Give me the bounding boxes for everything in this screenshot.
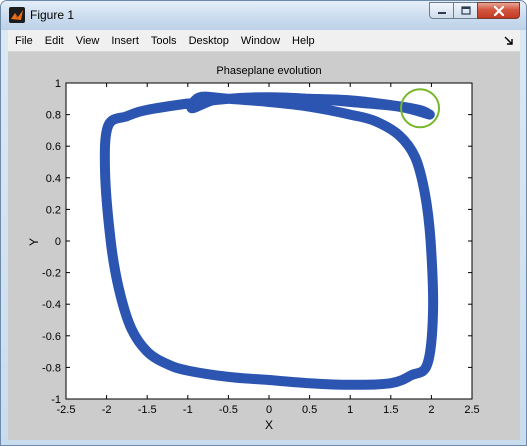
x-tick-label: 1 bbox=[347, 404, 353, 416]
x-tick-label: -1 bbox=[183, 404, 193, 416]
menu-window[interactable]: Window bbox=[235, 35, 286, 47]
chart-title: Phaseplane evolution bbox=[216, 65, 321, 77]
menu-help[interactable]: Help bbox=[286, 35, 321, 47]
close-icon bbox=[493, 5, 504, 16]
menu-bar: File Edit View Insert Tools Desktop Wind… bbox=[8, 30, 520, 52]
x-tick-label: -1.5 bbox=[138, 404, 157, 416]
menu-insert[interactable]: Insert bbox=[105, 35, 145, 47]
x-tick-label: -0.5 bbox=[219, 404, 238, 416]
matlab-logo-icon bbox=[9, 7, 25, 23]
x-tick-label: 2 bbox=[428, 404, 434, 416]
y-tick-label: -0.8 bbox=[42, 362, 61, 374]
x-tick-label: 0.5 bbox=[302, 404, 317, 416]
dock-arrow-icon[interactable] bbox=[504, 34, 514, 46]
close-button[interactable] bbox=[477, 2, 520, 19]
x-tick-label: 0 bbox=[266, 404, 272, 416]
phaseplane-chart: Phaseplane evolution -2.5 -2 -1.5 -1 -0.5 0 0.… bbox=[27, 65, 480, 432]
window-controls bbox=[429, 2, 520, 19]
axes-background bbox=[66, 83, 472, 399]
y-tick-label: 1 bbox=[55, 78, 61, 90]
x-axis-label: X bbox=[265, 418, 273, 432]
menu-file[interactable]: File bbox=[8, 35, 39, 47]
x-tick-label: -2 bbox=[102, 404, 112, 416]
maximize-button[interactable] bbox=[453, 2, 478, 19]
x-tick-label: 1.5 bbox=[383, 404, 398, 416]
minimize-button[interactable] bbox=[429, 2, 454, 19]
y-tick-label: -0.4 bbox=[42, 299, 61, 311]
title-bar[interactable]: Figure 1 bbox=[1, 1, 526, 30]
menu-desktop[interactable]: Desktop bbox=[183, 35, 235, 47]
figure-area: Phaseplane evolution -2.5 -2 -1.5 -1 -0.5 0 0.… bbox=[8, 52, 520, 440]
y-tick-label: 0 bbox=[55, 236, 61, 248]
figure-window: Figure 1 File Edit View Insert Tools Des… bbox=[0, 0, 527, 446]
menu-tools[interactable]: Tools bbox=[145, 35, 183, 47]
y-tick-label: 0.4 bbox=[46, 173, 61, 185]
menu-view[interactable]: View bbox=[70, 35, 106, 47]
y-tick-label: 0.2 bbox=[46, 204, 61, 216]
y-tick-label: -0.6 bbox=[42, 331, 61, 343]
x-tick-label: 2.5 bbox=[464, 404, 479, 416]
y-tick-label: -0.2 bbox=[42, 268, 61, 280]
minimize-icon bbox=[437, 11, 446, 14]
menu-edit[interactable]: Edit bbox=[39, 35, 70, 47]
window-title: Figure 1 bbox=[30, 8, 75, 22]
y-tick-label: -1 bbox=[51, 394, 61, 406]
y-tick-label: 0.8 bbox=[46, 110, 61, 122]
y-tick-label: 0.6 bbox=[46, 141, 61, 153]
y-axis-label: Y bbox=[27, 238, 41, 246]
maximize-icon bbox=[460, 6, 471, 15]
